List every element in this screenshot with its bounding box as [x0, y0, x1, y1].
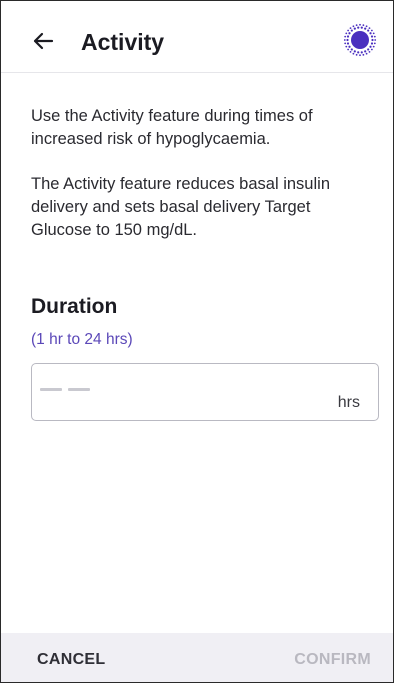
- empty-value-placeholder: [40, 388, 62, 391]
- arrow-left-icon: [33, 32, 54, 50]
- description-paragraph-2: The Activity feature reduces basal insul…: [31, 175, 330, 239]
- duration-input[interactable]: hrs: [31, 363, 379, 421]
- confirm-button[interactable]: CONFIRM: [294, 651, 371, 669]
- status-indicator[interactable]: [343, 23, 377, 57]
- empty-value-placeholder: [68, 388, 90, 391]
- duration-range-hint: (1 hr to 24 hrs): [31, 331, 133, 348]
- description-paragraph-1: Use the Activity feature during times of…: [31, 107, 313, 148]
- description: Use the Activity feature during times of…: [31, 105, 375, 242]
- duration-unit-label: hrs: [337, 394, 360, 411]
- duration-heading: Duration: [31, 295, 118, 318]
- back-button[interactable]: [29, 27, 57, 55]
- dotted-circle-icon: [343, 23, 377, 57]
- activity-screen: Activity Use the Activity feature during…: [0, 0, 394, 683]
- action-bar: CANCEL CONFIRM: [1, 633, 393, 682]
- cancel-button[interactable]: CANCEL: [37, 651, 105, 669]
- page-title: Activity: [81, 29, 165, 55]
- header-bar: Activity: [1, 1, 393, 73]
